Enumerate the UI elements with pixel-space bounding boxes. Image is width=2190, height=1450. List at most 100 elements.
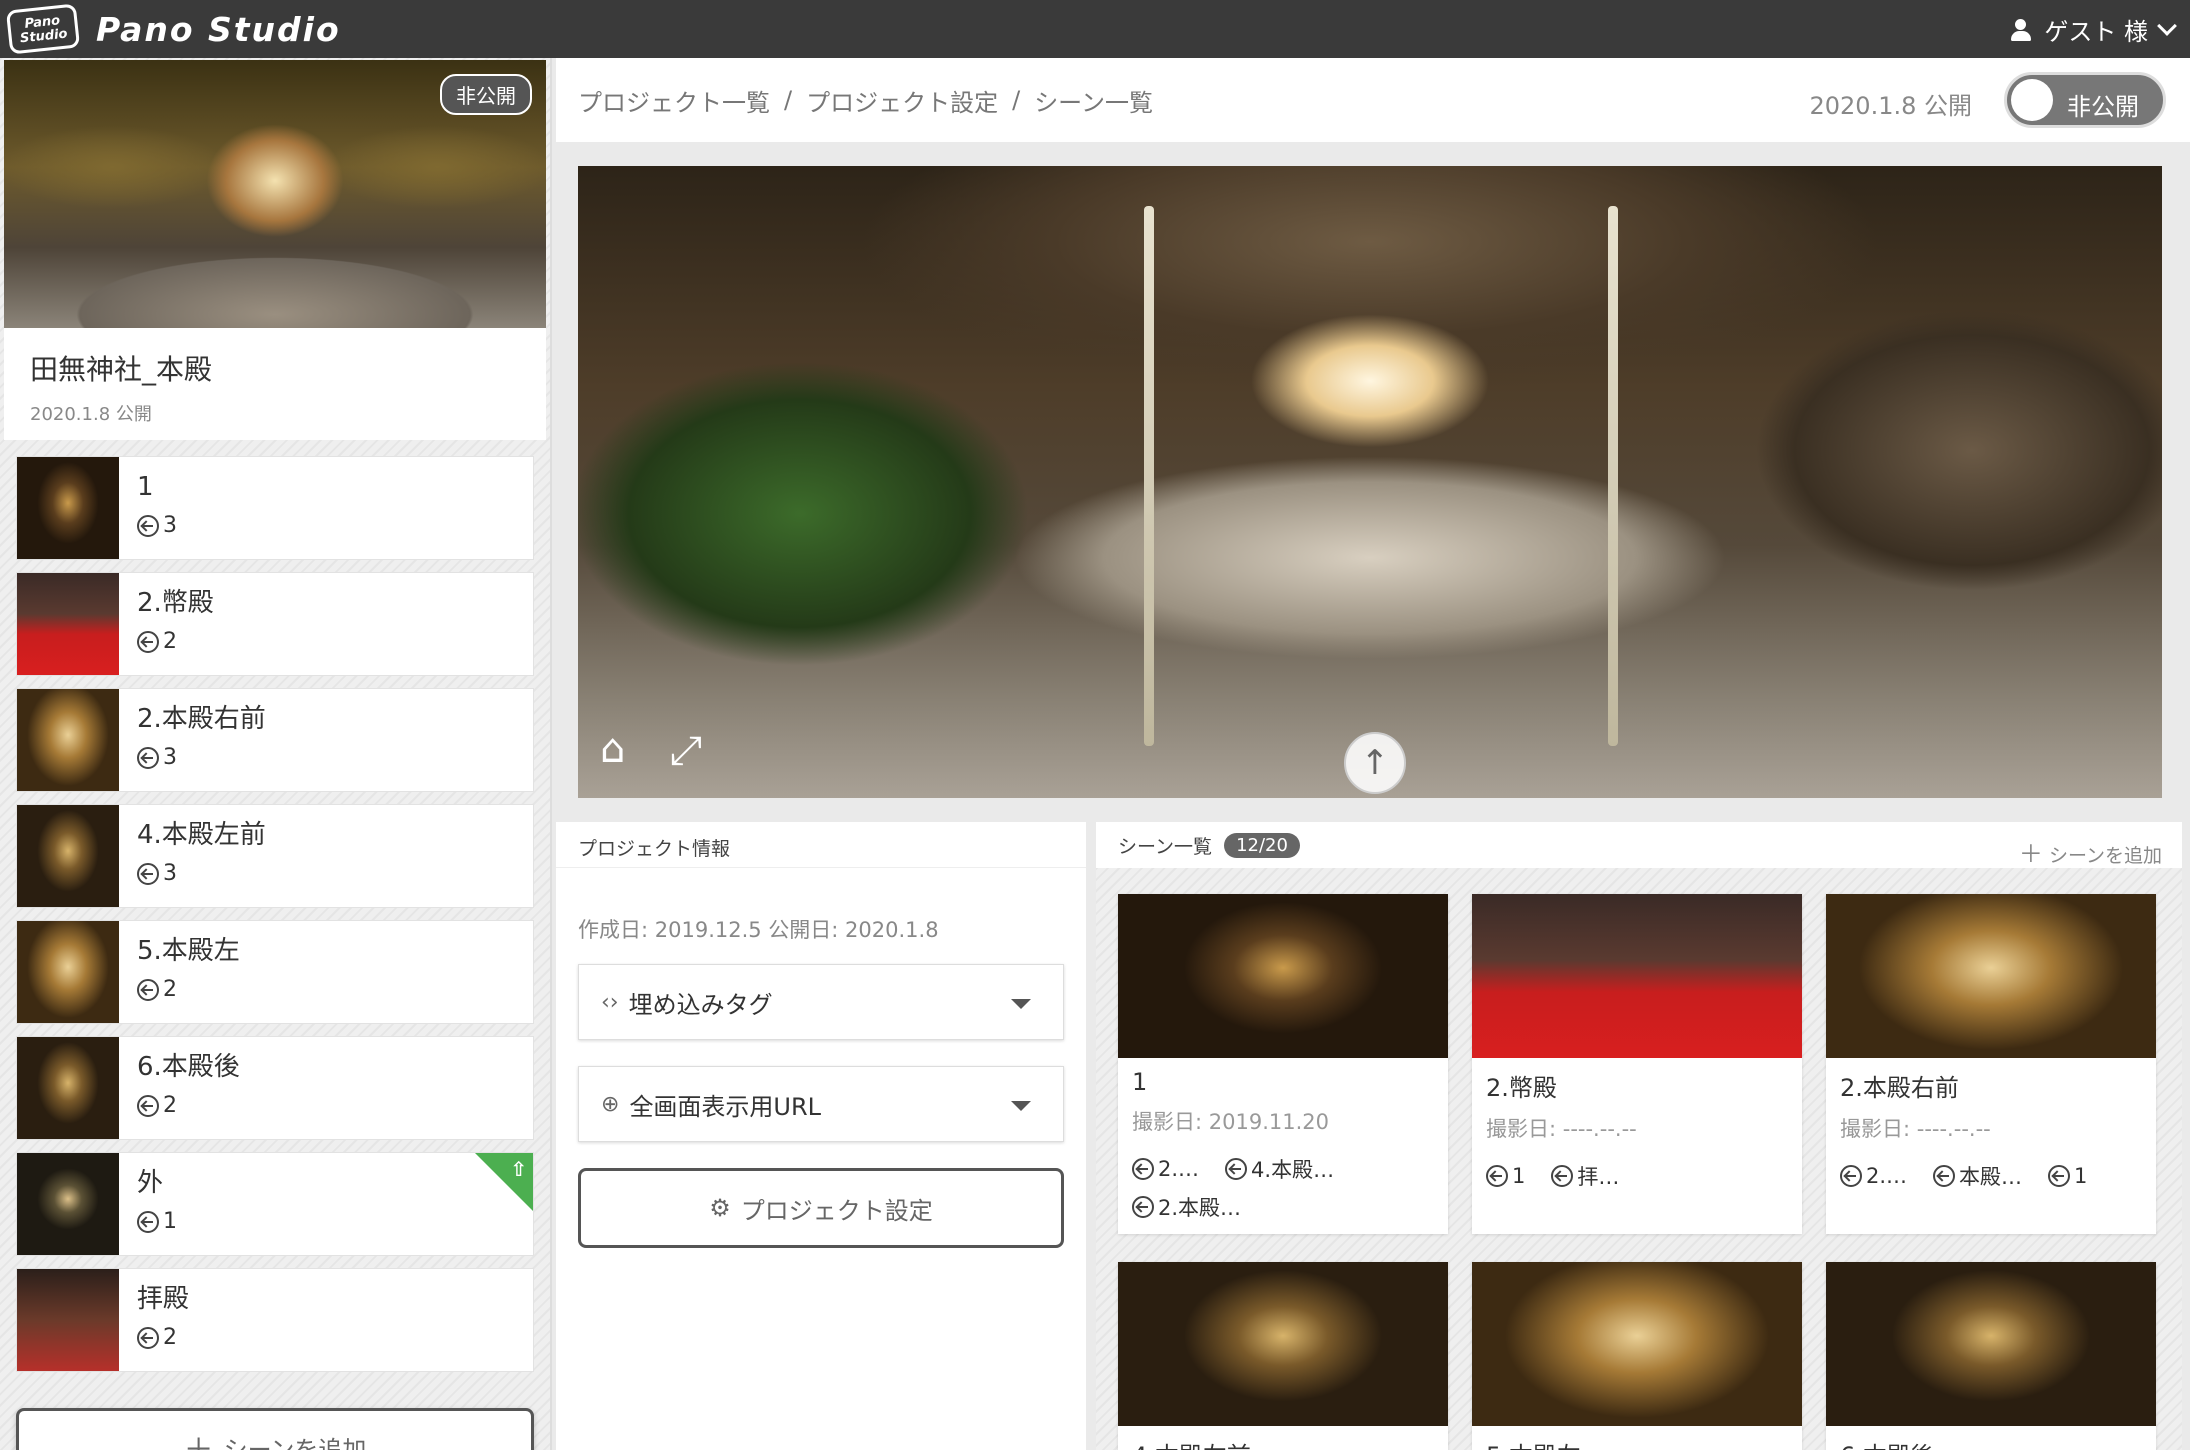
link-arrow-icon — [1486, 1165, 1508, 1187]
user-menu[interactable]: ゲスト 様 — [2010, 12, 2182, 47]
link-arrow-icon — [1551, 1165, 1574, 1187]
scene-card[interactable]: 1 撮影日: 2019.11.20 2.… 4.本殿… 2.本殿… — [1118, 894, 1448, 1234]
scene-card[interactable]: 2.本殿右前 撮影日: ----.--.-- 2.… 本殿… 1 — [1826, 894, 2156, 1234]
scene-thumbnail — [17, 1269, 119, 1371]
scene-card-link[interactable]: 本殿… — [1933, 1161, 2022, 1191]
scene-card-name: 6.本殿後 — [1840, 1436, 2142, 1450]
scene-card-thumbnail — [1118, 1262, 1448, 1426]
scene-card-thumbnail — [1118, 894, 1448, 1058]
app-logo[interactable]: Pano Studio Pano Studio — [5, 3, 341, 55]
navigation-arrow-icon[interactable]: ↑ — [1344, 732, 1406, 794]
breadcrumb-separator: / — [784, 86, 793, 114]
scene-card-link-label: 拝… — [1577, 1165, 1620, 1189]
scene-panel-header: シーン一覧 12/20 ＋ シーンを追加 — [1096, 822, 2182, 868]
scene-card-body: 1 撮影日: 2019.11.20 2.… 4.本殿… 2.本殿… — [1118, 1058, 1448, 1232]
add-scene-button[interactable]: ＋ シーンを追加 — [16, 1408, 534, 1450]
add-scene-link[interactable]: ＋ シーンを追加 — [2019, 834, 2162, 869]
scene-card-name: 5.本殿左 — [1486, 1436, 1788, 1450]
fullscreen-url-dropdown[interactable]: ⊕ 全画面表示用URL — [578, 1066, 1064, 1142]
scene-info: 6.本殿後 2 — [119, 1037, 258, 1139]
breadcrumb-project-list[interactable]: プロジェクト一覧 — [578, 83, 770, 118]
scene-list-item[interactable]: 2.幣殿 2 — [16, 572, 534, 676]
scene-list-item[interactable]: 拝殿 2 — [16, 1268, 534, 1372]
scene-card-link[interactable]: 2.… — [1840, 1161, 1907, 1191]
scene-card[interactable]: 4.本殿左前 — [1118, 1262, 1448, 1450]
scene-info: 拝殿 2 — [119, 1269, 207, 1371]
breadcrumb-separator: / — [1012, 86, 1021, 114]
breadcrumb-project-settings[interactable]: プロジェクト設定 — [806, 83, 998, 118]
user-icon — [2010, 17, 2032, 41]
scene-list: 1 3 2.幣殿 2 2.本殿右前 3 4.本殿左前 3 5.本殿左 2 6.本殿後 2 外 1 ⇧ 拝殿 2 — [16, 456, 534, 1384]
scene-card-link-label: 本殿… — [1959, 1165, 2023, 1189]
visibility-badge: 非公開 — [440, 74, 532, 115]
scene-card-links: 2.… 本殿… 1 — [1840, 1161, 2142, 1191]
fullscreen-url-label: 全画面表示用URL — [629, 1092, 822, 1121]
link-arrow-icon — [137, 1326, 159, 1349]
scene-card[interactable]: 5.本殿左 — [1472, 1262, 1802, 1450]
scene-card-link[interactable]: 1 — [2048, 1161, 2087, 1191]
scene-card-link[interactable]: 1 — [1486, 1161, 1525, 1191]
plus-icon: ＋ — [184, 1425, 214, 1450]
scene-list-item[interactable]: 2.本殿右前 3 — [16, 688, 534, 792]
link-count: 1 — [163, 1209, 177, 1234]
scene-card-thumbnail — [1826, 894, 2156, 1058]
scene-info: 2.本殿右前 3 — [119, 689, 284, 791]
project-card: 田無神社_本殿 2020.1.8 公開 — [4, 328, 546, 440]
visibility-toggle[interactable]: 非公開 — [2004, 72, 2166, 128]
scene-card-body: 4.本殿左前 — [1118, 1426, 1448, 1450]
link-arrow-icon — [137, 630, 159, 653]
plus-icon: ＋ — [2018, 840, 2043, 868]
scene-thumbnail — [17, 921, 119, 1023]
globe-icon: ⊕ — [601, 1091, 620, 1117]
scene-thumbnail — [17, 457, 119, 559]
scene-card-body: 6.本殿後 — [1826, 1426, 2156, 1450]
link-arrow-icon — [1225, 1158, 1248, 1180]
scene-link-count: 2 — [137, 1093, 240, 1118]
link-count: 2 — [163, 629, 177, 654]
scene-link-count: 3 — [137, 745, 266, 770]
scene-card-shot-date: 撮影日: ----.--.-- — [1840, 1117, 1991, 1141]
embed-tag-dropdown[interactable]: ‹› 埋め込みタグ — [578, 964, 1064, 1040]
toggle-label: 非公開 — [2067, 93, 2139, 121]
scene-info: 13 — [119, 457, 195, 559]
scene-card-name: 1 — [1132, 1068, 1148, 1096]
scene-link-count: 3 — [137, 513, 177, 538]
scene-card-link[interactable]: 4.本殿… — [1225, 1154, 1334, 1184]
scene-card-link[interactable]: 拝… — [1551, 1161, 1619, 1191]
scene-card-thumbnail — [1826, 1262, 2156, 1426]
scene-card-links: 1 拝… — [1486, 1161, 1788, 1191]
code-icon: ‹› — [601, 989, 619, 1015]
scene-card-body: 2.幣殿 撮影日: ----.--.-- 1 拝… — [1472, 1058, 1802, 1201]
project-settings-button[interactable]: ⚙ プロジェクト設定 — [578, 1168, 1064, 1248]
project-settings-label: プロジェクト設定 — [740, 1196, 933, 1225]
logo-badge: Pano Studio — [5, 3, 81, 55]
project-hero-image[interactable]: 非公開 — [4, 60, 546, 328]
user-name: ゲスト 様 — [2044, 17, 2148, 46]
scene-card-link[interactable]: 2.本殿… — [1132, 1192, 1241, 1222]
fullscreen-icon[interactable]: ⤢ — [670, 728, 702, 774]
home-icon[interactable]: ⌂ — [600, 726, 625, 772]
scene-card[interactable]: 2.幣殿 撮影日: ----.--.-- 1 拝… — [1472, 894, 1802, 1234]
scene-list-item[interactable]: 13 — [16, 456, 534, 560]
project-info-heading: プロジェクト情報 — [556, 822, 1086, 868]
scene-list-item[interactable]: 5.本殿左 2 — [16, 920, 534, 1024]
scene-thumbnail — [17, 1153, 119, 1255]
scene-card-link-label: 1 — [1512, 1164, 1526, 1188]
app-title: Pano Studio — [96, 9, 341, 49]
scene-card-link[interactable]: 2.… — [1132, 1154, 1199, 1184]
caret-down-icon — [1011, 999, 1031, 1009]
project-dates: 作成日: 2019.12.5 公開日: 2020.1.8 — [578, 918, 939, 942]
scene-list-item[interactable]: 外 1 ⇧ — [16, 1152, 534, 1256]
scene-card-shot-date: 撮影日: ----.--.-- — [1486, 1117, 1637, 1141]
chevron-down-icon — [2157, 16, 2177, 36]
start-arrow-icon: ⇧ — [510, 1157, 527, 1181]
scene-list-item[interactable]: 4.本殿左前 3 — [16, 804, 534, 908]
toggle-knob — [2011, 79, 2053, 121]
link-count: 2 — [163, 1093, 177, 1118]
scene-card[interactable]: 6.本殿後 — [1826, 1262, 2156, 1450]
panorama-viewer[interactable]: ⌂ ⤢ ↑ — [578, 166, 2162, 798]
scene-list-item[interactable]: 6.本殿後 2 — [16, 1036, 534, 1140]
gear-icon: ⚙ — [709, 1194, 731, 1222]
scene-thumbnail — [17, 573, 119, 675]
link-arrow-icon — [137, 978, 159, 1001]
